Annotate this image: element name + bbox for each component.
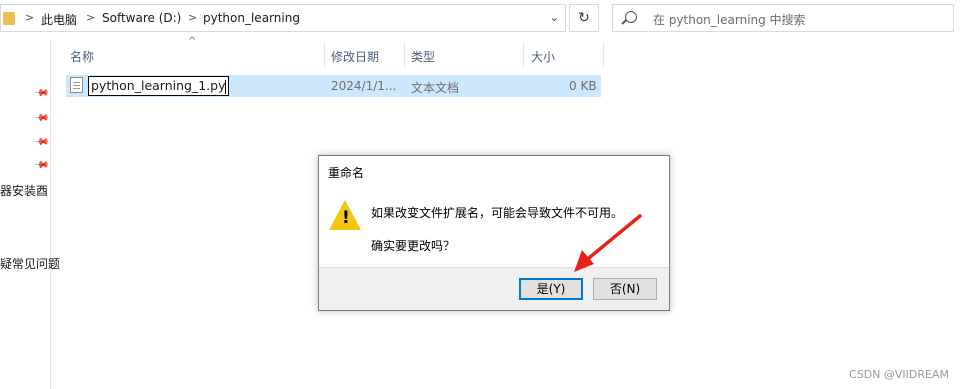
warning-exclamation: ! bbox=[342, 208, 350, 228]
pin-icon: 📌 bbox=[32, 110, 50, 127]
breadcrumb-separator: > bbox=[25, 11, 35, 24]
text-file-icon bbox=[70, 77, 83, 93]
address-bar[interactable]: > 此电脑 > Software (D:) > python_learning … bbox=[0, 4, 566, 32]
column-header-size[interactable]: 大小 bbox=[531, 48, 555, 65]
pin-icon: 📌 bbox=[32, 85, 50, 102]
nav-item[interactable]: 器安装酉 bbox=[0, 182, 48, 199]
arrow-shaft bbox=[582, 214, 642, 264]
sort-ascending-icon: ^ bbox=[188, 36, 197, 47]
nav-pane-divider bbox=[50, 40, 51, 389]
file-type: 文本文档 bbox=[411, 81, 460, 95]
breadcrumb-folder[interactable]: python_learning bbox=[203, 11, 300, 25]
folder-icon bbox=[3, 12, 15, 25]
breadcrumb-separator: > bbox=[188, 11, 198, 24]
search-input[interactable]: 在 python_learning 中搜索 bbox=[653, 11, 806, 28]
yes-button[interactable]: 是(Y) bbox=[519, 278, 583, 300]
pin-icon: 📌 bbox=[32, 134, 50, 151]
text-cursor bbox=[225, 79, 227, 94]
arrow-head bbox=[574, 250, 594, 272]
dialog-question: 确实要更改吗？ bbox=[371, 239, 456, 253]
column-divider[interactable] bbox=[523, 42, 524, 68]
search-box[interactable]: 在 python_learning 中搜索 bbox=[612, 4, 954, 32]
column-divider[interactable] bbox=[603, 42, 604, 68]
file-modified: 2024/1/1... bbox=[331, 79, 397, 93]
breadcrumb-drive[interactable]: Software (D:) bbox=[102, 11, 181, 25]
file-name-value: python_learning_1.py bbox=[91, 78, 226, 93]
file-size: 0 KB bbox=[569, 79, 597, 93]
rename-input[interactable]: python_learning_1.py bbox=[88, 76, 229, 96]
column-divider[interactable] bbox=[404, 42, 405, 68]
breadcrumb-separator: > bbox=[86, 11, 96, 24]
dialog-title: 重命名 bbox=[328, 166, 365, 180]
refresh-button[interactable]: ↻ bbox=[569, 4, 599, 32]
column-header-modified[interactable]: 修改日期 bbox=[331, 48, 379, 65]
no-button[interactable]: 否(N) bbox=[593, 278, 657, 300]
watermark: CSDN @VIIDREAM bbox=[849, 368, 949, 381]
search-icon bbox=[625, 11, 637, 23]
nav-item[interactable]: 疑常见问题 bbox=[0, 255, 60, 272]
breadcrumb-this-pc[interactable]: 此电脑 bbox=[41, 11, 77, 28]
annotation-arrow-icon bbox=[574, 214, 642, 272]
column-divider[interactable] bbox=[324, 42, 325, 68]
column-header-name[interactable]: 名称 bbox=[70, 48, 94, 65]
pin-icon: 📌 bbox=[32, 157, 50, 174]
column-header-type[interactable]: 类型 bbox=[411, 48, 435, 65]
chevron-down-icon[interactable]: ⌄ bbox=[550, 11, 559, 24]
